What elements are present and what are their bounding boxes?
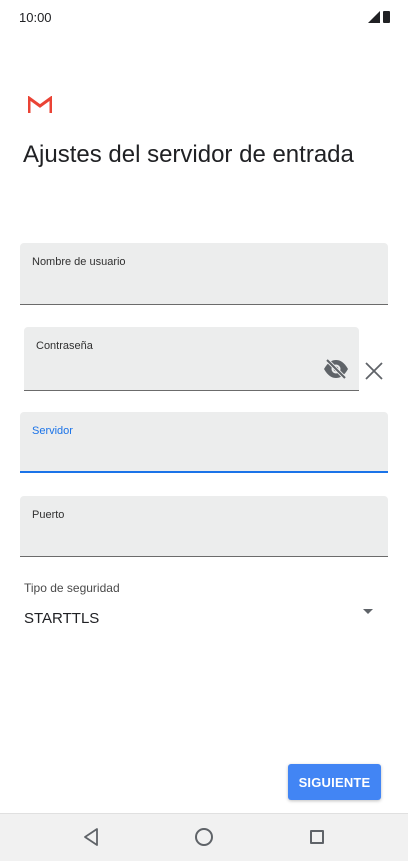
battery-icon	[383, 11, 390, 23]
port-field[interactable]: Puerto	[20, 496, 388, 557]
username-label: Nombre de usuario	[32, 256, 126, 268]
server-input[interactable]	[32, 443, 344, 463]
server-label: Servidor	[32, 425, 73, 437]
close-icon[interactable]	[363, 360, 385, 382]
password-input[interactable]	[36, 362, 315, 382]
username-field[interactable]: Nombre de usuario	[20, 243, 388, 305]
security-type-value: STARTTLS	[24, 610, 100, 627]
password-field[interactable]: Contraseña	[24, 327, 359, 391]
dropdown-arrow-icon	[363, 609, 373, 614]
port-label: Puerto	[32, 509, 65, 521]
signal-icon	[368, 11, 380, 23]
recents-icon[interactable]	[310, 830, 324, 844]
back-icon[interactable]	[82, 827, 100, 847]
screen: 10:00 Ajustes del servidor de entrada No…	[0, 0, 408, 861]
gmail-logo	[28, 96, 52, 113]
status-icons	[368, 11, 390, 23]
security-type-label: Tipo de seguridad	[24, 581, 120, 595]
username-input[interactable]	[32, 276, 344, 296]
server-field[interactable]: Servidor	[20, 412, 388, 473]
visibility-off-icon[interactable]	[323, 358, 349, 380]
port-input[interactable]	[32, 528, 344, 548]
page-title: Ajustes del servidor de entrada	[23, 141, 354, 168]
home-icon[interactable]	[195, 828, 213, 846]
navigation-bar	[0, 813, 408, 861]
next-button[interactable]: SIGUIENTE	[288, 764, 381, 800]
status-bar: 10:00	[0, 0, 408, 34]
status-time: 10:00	[19, 10, 52, 25]
password-label: Contraseña	[36, 340, 93, 352]
security-type-dropdown[interactable]: STARTTLS	[24, 606, 384, 632]
